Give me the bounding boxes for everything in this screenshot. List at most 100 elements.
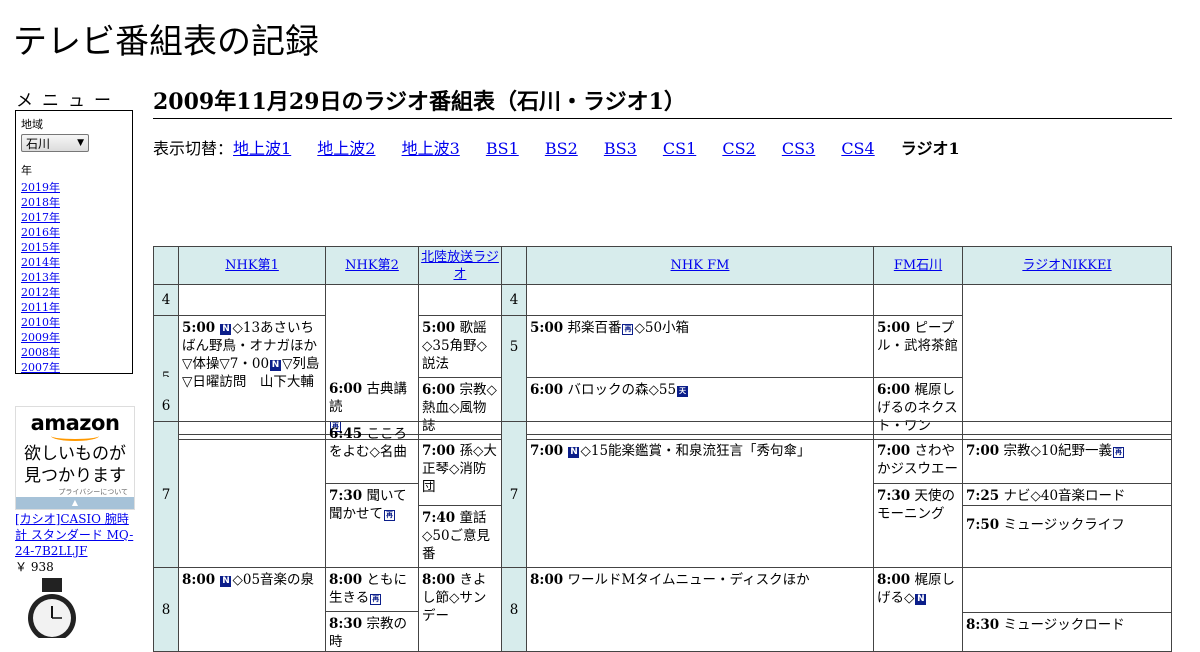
year-link[interactable]: 2014年: [21, 256, 60, 269]
program-cell[interactable]: 7:00 さわやかジスウエー: [874, 422, 963, 484]
hour-cell: 8: [502, 568, 527, 652]
program-cell[interactable]: 6:45 こころをよむ◇名曲: [326, 422, 419, 484]
program-time: 7:00: [530, 443, 564, 459]
year-link[interactable]: 2008年: [21, 346, 60, 359]
switch-link-cs2[interactable]: CS2: [722, 139, 755, 158]
program-cell[interactable]: 7:00 N ◇15能楽鑑賞・和泉流狂言「秀句傘」: [527, 422, 874, 568]
chevron-down-icon: ▼: [77, 138, 84, 148]
program-time: 8:00: [329, 572, 363, 588]
switch-link-cs3[interactable]: CS3: [782, 139, 815, 158]
program-cell[interactable]: 7:25 ナビ◇40音楽ロード: [963, 484, 1172, 506]
program-time: 7:00: [966, 443, 1000, 459]
program-time: 7:40: [422, 510, 456, 526]
amazon-ad-banner[interactable]: amazon 欲しいものが 見つかります プライバシーについて ▲: [15, 406, 135, 510]
program-time: 8:00: [530, 572, 564, 588]
program-cell[interactable]: 8:00 きよし節◇サンデー: [419, 568, 502, 652]
program-cell[interactable]: 7:40 童話◇50ご意見番: [419, 506, 502, 568]
watch-product-image[interactable]: [18, 578, 86, 638]
program-grid-morning: 7 6:45 こころをよむ◇名曲 7:00 孫◇大正琴◇消防団 7 7:00 N…: [153, 421, 1172, 652]
program-title: 邦楽百番: [567, 320, 622, 336]
year-link[interactable]: 2012年: [21, 286, 60, 299]
product-ad: [カシオ]CASIO 腕時計 スタンダード MQ-24-7B2LLJF ￥ 93…: [15, 511, 140, 575]
year-label: 年: [21, 164, 32, 177]
ad-privacy-link[interactable]: プライバシーについて: [16, 487, 134, 497]
program-cell-empty: [179, 285, 326, 316]
year-link[interactable]: 2013年: [21, 271, 60, 284]
program-cell[interactable]: 8:00 梶原しげる◇ N: [874, 568, 963, 652]
channel-link-nhk2[interactable]: NHK第2: [345, 258, 399, 273]
region-label: 地域: [21, 118, 43, 131]
news-icon: N: [270, 360, 282, 371]
year-link[interactable]: 2017年: [21, 211, 60, 224]
hour-cell: 8: [154, 568, 179, 652]
program-title: ◇15能楽鑑賞・和泉流狂言「秀句傘」: [580, 443, 811, 459]
news-icon: N: [568, 447, 580, 458]
switch-link-cs1[interactable]: CS1: [663, 139, 696, 158]
program-time: 7:30: [329, 488, 363, 504]
year-link[interactable]: 2018年: [21, 196, 60, 209]
year-link[interactable]: 2016年: [21, 226, 60, 239]
program-time: 8:00: [422, 572, 456, 588]
region-select[interactable]: 石川 ▼: [21, 134, 89, 152]
program-time: 7:50: [966, 517, 1000, 533]
channel-link-fmishikawa[interactable]: FM石川: [894, 258, 942, 273]
site-title: テレビ番組表の記録: [13, 22, 319, 62]
year-link[interactable]: 2007年: [21, 361, 60, 374]
program-cell[interactable]: 8:00 ワールドMタイムニュー・ディスクほか: [527, 568, 874, 652]
rerun-icon: 再: [1113, 447, 1125, 458]
program-title: ワールドMタイムニュー・ディスクほか: [567, 572, 810, 588]
year-link[interactable]: 2019年: [21, 181, 60, 194]
program-title: ミュージックロード: [1003, 617, 1125, 633]
rerun-icon: 再: [370, 594, 382, 605]
program-cell[interactable]: 7:50 ミュージックライフ: [963, 506, 1172, 568]
chevron-up-icon[interactable]: ▲: [16, 497, 134, 509]
switch-link-cs4[interactable]: CS4: [841, 139, 874, 158]
program-cell[interactable]: 8:00 ともに生きる再 8:30 宗教の時: [326, 568, 419, 652]
switch-link-terrestrial2[interactable]: 地上波2: [317, 139, 375, 158]
switch-link-terrestrial1[interactable]: 地上波1: [233, 139, 291, 158]
program-time: 8:00: [182, 572, 216, 588]
program-cell[interactable]: 7:30 天使のモーニング: [874, 484, 963, 568]
program-time: 7:25: [966, 488, 1000, 504]
switch-link-bs1[interactable]: BS1: [486, 139, 519, 158]
hour-cell: 7: [154, 422, 179, 568]
program-time: 5:00: [182, 320, 216, 336]
rerun-icon: 再: [384, 510, 395, 521]
program-cell[interactable]: 5:00 邦楽百番再 ◇50小箱: [527, 316, 874, 378]
program-cell[interactable]: 7:00 宗教◇10紀野一義再: [963, 422, 1172, 484]
program-time: 5:00: [877, 320, 911, 336]
year-link[interactable]: 2011年: [21, 301, 60, 314]
switch-link-terrestrial3[interactable]: 地上波3: [402, 139, 460, 158]
program-title: ナビ◇40音楽ロード: [1003, 488, 1126, 504]
program-cell[interactable]: 7:30 聞いて聞かせて再: [326, 484, 419, 568]
channel-link-mro[interactable]: 北陸放送ラジオ: [421, 250, 499, 282]
product-price: ￥ 938: [15, 560, 54, 574]
channel-link-nhkfm[interactable]: NHK FM: [671, 258, 730, 273]
program-title: ◇05音楽の泉: [232, 572, 315, 588]
program-time: 7:00: [877, 443, 911, 459]
switch-link-bs3[interactable]: BS3: [604, 139, 637, 158]
program-cell[interactable]: 5:00 ピープル・武将茶館: [874, 316, 963, 378]
product-link[interactable]: [カシオ]CASIO 腕時計 スタンダード MQ-24-7B2LLJF: [15, 512, 133, 558]
channel-link-radionikkei[interactable]: ラジオNIKKEI: [1022, 258, 1111, 273]
program-time: 5:00: [422, 320, 456, 336]
program-title: ミュージックライフ: [1003, 517, 1125, 533]
program-time: 6:00: [329, 381, 363, 397]
switcher-prefix: 表示切替：: [153, 139, 234, 158]
program-cell[interactable]: 7:00 孫◇大正琴◇消防団: [419, 422, 502, 506]
program-cell[interactable]: 8:00 N ◇05音楽の泉: [179, 568, 326, 652]
news-icon: N: [220, 576, 232, 587]
ad-copy-line: 欲しいものが: [24, 444, 126, 464]
region-value: 石川: [26, 136, 51, 151]
program-title: ◇50小箱: [634, 320, 690, 336]
ad-copy: 欲しいものが 見つかります: [16, 443, 134, 487]
year-link[interactable]: 2010年: [21, 316, 60, 329]
year-link[interactable]: 2009年: [21, 331, 60, 344]
switch-link-bs2[interactable]: BS2: [545, 139, 578, 158]
program-cell[interactable]: 5:00 歌謡◇35角野◇説法: [419, 316, 502, 378]
hour-header: [502, 247, 527, 285]
program-time: 7:30: [877, 488, 911, 504]
year-link[interactable]: 2015年: [21, 241, 60, 254]
channel-link-nhk1[interactable]: NHK第1: [225, 258, 279, 273]
program-cell[interactable]: 8:30 ミュージックロード: [963, 568, 1172, 652]
